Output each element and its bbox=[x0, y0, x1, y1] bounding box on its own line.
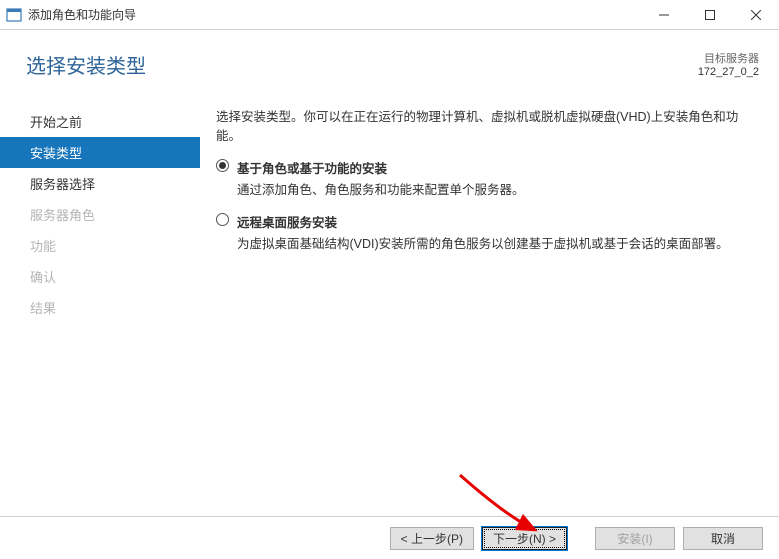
radio-icon[interactable] bbox=[216, 159, 229, 172]
cancel-button[interactable]: 取消 bbox=[683, 527, 763, 550]
window-title: 添加角色和功能向导 bbox=[28, 6, 641, 23]
app-icon bbox=[6, 7, 22, 23]
sidebar-item-installation-type[interactable]: 安装类型 bbox=[0, 137, 200, 168]
sidebar-item-features: 功能 bbox=[0, 230, 200, 261]
intro-text: 选择安装类型。你可以在正在运行的物理计算机、虚拟机或脱机虚拟硬盘(VHD)上安装… bbox=[216, 106, 759, 144]
wizard-sidebar: 开始之前 安装类型 服务器选择 服务器角色 功能 确认 结果 bbox=[0, 100, 200, 516]
radio-icon[interactable] bbox=[216, 213, 229, 226]
target-label: 目标服务器 bbox=[698, 50, 759, 66]
titlebar: 添加角色和功能向导 bbox=[0, 0, 779, 30]
minimize-button[interactable] bbox=[641, 0, 687, 30]
sidebar-item-server-selection[interactable]: 服务器选择 bbox=[0, 168, 200, 199]
content-pane: 选择安装类型。你可以在正在运行的物理计算机、虚拟机或脱机虚拟硬盘(VHD)上安装… bbox=[200, 100, 779, 516]
option-text: 基于角色或基于功能的安装 通过添加角色、角色服务和功能来配置单个服务器。 bbox=[237, 158, 759, 198]
sidebar-item-results: 结果 bbox=[0, 292, 200, 323]
option-role-based[interactable]: 基于角色或基于功能的安装 通过添加角色、角色服务和功能来配置单个服务器。 bbox=[216, 158, 759, 198]
page-title: 选择安装类型 bbox=[26, 50, 146, 100]
sidebar-item-confirmation: 确认 bbox=[0, 261, 200, 292]
target-server-info: 目标服务器 172_27_0_2 bbox=[698, 50, 759, 78]
footer: < 上一步(P) 下一步(N) > 安装(I) 取消 bbox=[0, 516, 779, 559]
option-text: 远程桌面服务安装 为虚拟桌面基础结构(VDI)安装所需的角色服务以创建基于虚拟机… bbox=[237, 212, 759, 252]
window-controls bbox=[641, 0, 779, 30]
header: 选择安装类型 目标服务器 172_27_0_2 bbox=[0, 30, 779, 100]
next-button[interactable]: 下一步(N) > bbox=[482, 527, 567, 550]
option-desc: 为虚拟桌面基础结构(VDI)安装所需的角色服务以创建基于虚拟机或基于会话的桌面部… bbox=[237, 233, 759, 252]
body: 开始之前 安装类型 服务器选择 服务器角色 功能 确认 结果 选择安装类型。你可… bbox=[0, 100, 779, 516]
maximize-button[interactable] bbox=[687, 0, 733, 30]
install-button: 安装(I) bbox=[595, 527, 675, 550]
sidebar-item-before-you-begin[interactable]: 开始之前 bbox=[0, 106, 200, 137]
option-desc: 通过添加角色、角色服务和功能来配置单个服务器。 bbox=[237, 179, 759, 198]
sidebar-item-server-roles: 服务器角色 bbox=[0, 199, 200, 230]
target-server: 172_27_0_2 bbox=[698, 66, 759, 78]
option-title: 基于角色或基于功能的安装 bbox=[237, 158, 759, 177]
option-remote-desktop[interactable]: 远程桌面服务安装 为虚拟桌面基础结构(VDI)安装所需的角色服务以创建基于虚拟机… bbox=[216, 212, 759, 252]
previous-button[interactable]: < 上一步(P) bbox=[390, 527, 474, 550]
option-title: 远程桌面服务安装 bbox=[237, 212, 759, 231]
close-button[interactable] bbox=[733, 0, 779, 30]
